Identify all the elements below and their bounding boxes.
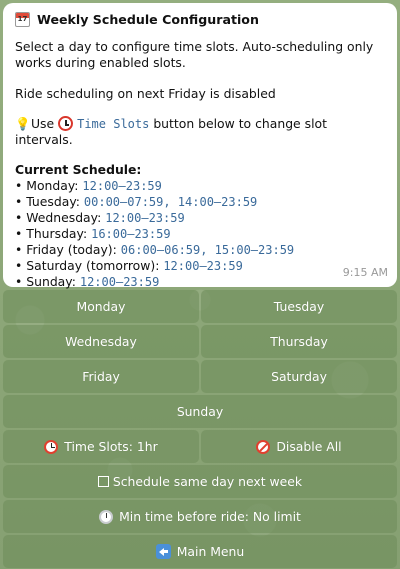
no-entry-icon [256,439,271,454]
checkbox-icon [97,476,109,487]
schedule-item-tuesday: • Tuesday: 00:00–07:59, 14:00–23:59 [15,194,258,209]
alarm-clock-icon [58,116,74,131]
hint-prefix: Use [30,116,55,131]
calendar-icon: 17 [15,12,30,27]
sunday-button[interactable]: Sunday [3,395,397,428]
status-text: Ride scheduling on next Friday is disabl… [15,86,276,101]
thursday-button[interactable]: Thursday [201,325,397,358]
timer-icon [99,509,114,524]
schedule-item-sunday: • Sunday: 12:00–23:59 [15,274,160,289]
schedule-item-friday: • Friday (today): 06:00–06:59, 15:00–23:… [15,242,295,257]
back-arrow-icon [155,544,171,559]
min-time-button[interactable]: Min time before ride: No limit [3,500,397,533]
disable-all-button[interactable]: Disable All [201,430,397,463]
same-day-label: Schedule same day next week [112,474,303,489]
monday-button[interactable]: Monday [3,290,199,323]
schedule-item-thursday: • Thursday: 16:00–23:59 [15,226,171,241]
min-time-label: Min time before ride: No limit [119,509,301,524]
main-menu-button[interactable]: Main Menu [3,535,397,568]
light-bulb-icon: 💡 [15,116,31,131]
title-text: Weekly Schedule Configuration [37,11,259,27]
intro-text: Select a day to configure time slots. Au… [15,39,374,70]
same-day-next-week-button[interactable]: Schedule same day next week [3,465,397,498]
alarm-clock-icon [44,439,59,454]
friday-button[interactable]: Friday [3,360,199,393]
schedule-item-saturday: • Saturday (tomorrow): 12:00–23:59 [15,258,243,273]
schedule-item-monday: • Monday: 12:00–23:59 [15,178,162,193]
message-title: 17 Weekly Schedule Configuration [15,11,387,28]
hint-line: 💡 Use Time Slots button below to change s… [15,116,387,148]
main-menu-label: Main Menu [176,544,245,559]
schedule-item-wednesday: • Wednesday: 12:00–23:59 [15,210,185,225]
disable-all-label: Disable All [276,439,342,454]
message-time: 9:15 AM [342,266,388,279]
bot-message: 17 Weekly Schedule Configuration Select … [3,3,397,290]
tuesday-button[interactable]: Tuesday [201,290,397,323]
wednesday-button[interactable]: Wednesday [3,325,199,358]
saturday-button[interactable]: Saturday [201,360,397,393]
schedule-list: • Monday: 12:00–23:59 • Tuesday: 00:00–0… [15,178,387,290]
schedule-heading: Current Schedule: [15,162,142,177]
time-slots-label: Time Slots: 1hr [64,439,158,454]
hint-code: Time Slots [77,117,150,131]
inline-keyboard: Monday Tuesday Wednesday Thursday Friday… [3,290,397,569]
time-slots-button[interactable]: Time Slots: 1hr [3,430,199,463]
